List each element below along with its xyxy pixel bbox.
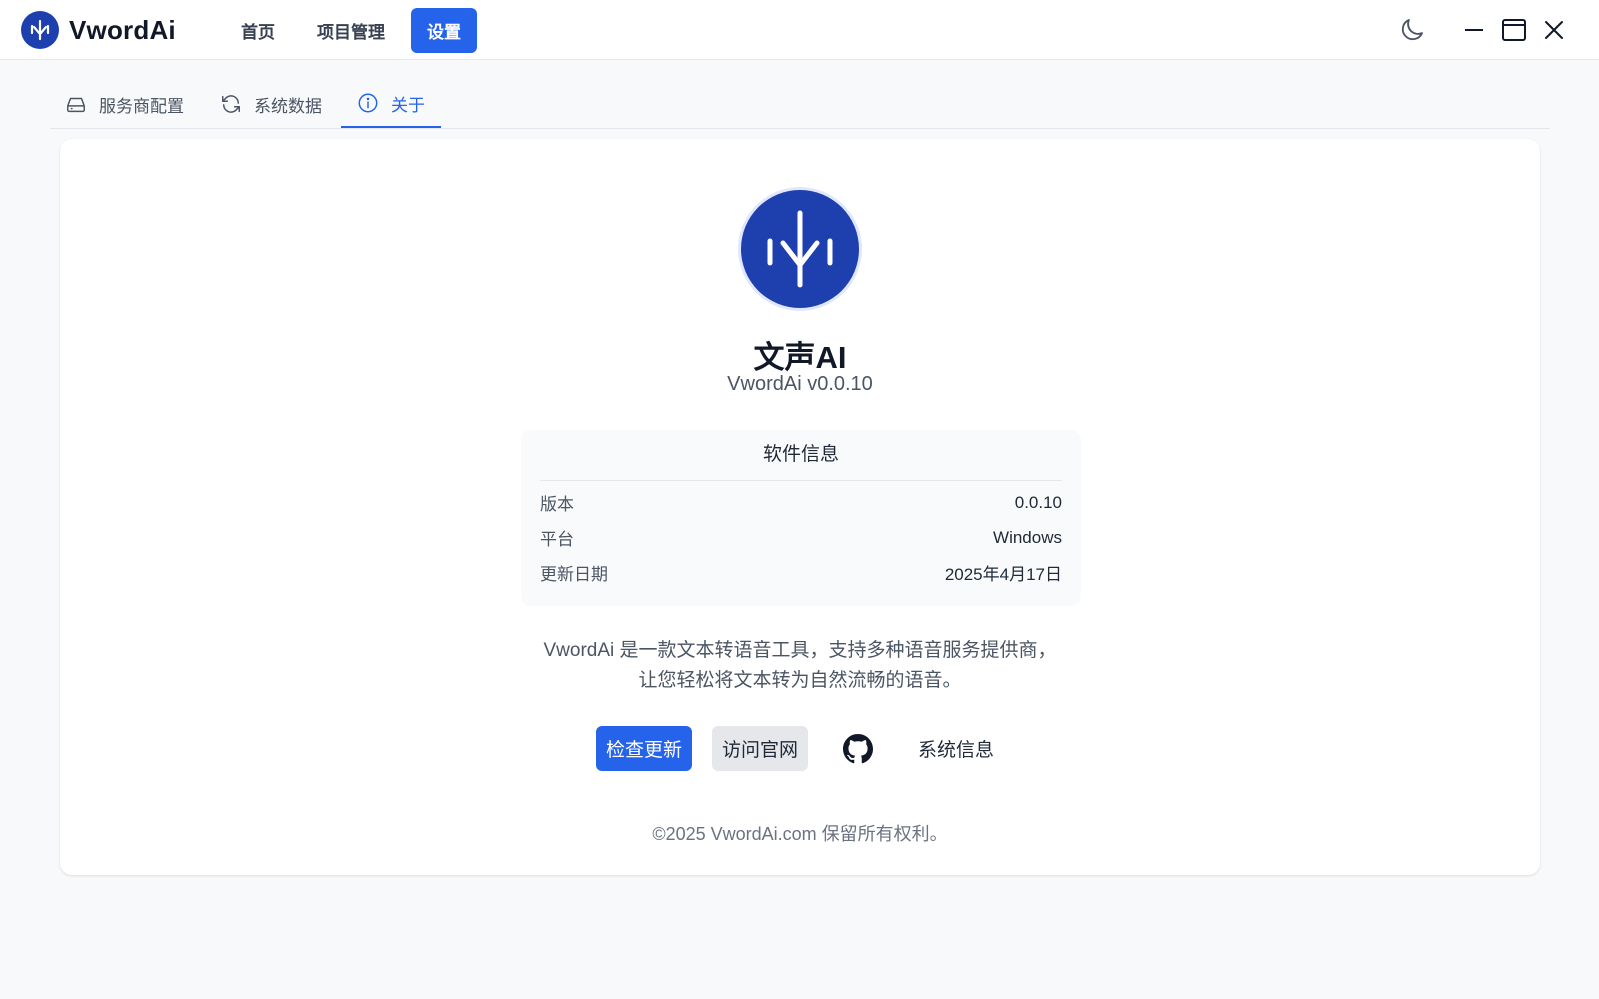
- tab-label: 系统数据: [254, 96, 322, 116]
- tree-logo-icon: [741, 190, 859, 308]
- info-value: 2025年4月17日: [944, 565, 1062, 584]
- copyright: ©2025 VwordAi.com 保留所有权利。: [652, 824, 948, 844]
- close-icon[interactable]: [1534, 10, 1574, 50]
- info-icon: [357, 92, 379, 114]
- title-bar: VwordAi 首页 项目管理 设置: [0, 0, 1599, 60]
- nav-settings[interactable]: 设置: [411, 8, 477, 53]
- moon-icon[interactable]: [1392, 10, 1432, 50]
- refresh-icon: [220, 93, 242, 115]
- check-update-button[interactable]: 检查更新: [595, 726, 692, 771]
- info-row-version: 版本 0.0.10: [540, 485, 1062, 520]
- app-version: VwordAi v0.0.10: [727, 373, 873, 395]
- info-row-platform: 平台 Windows: [540, 520, 1062, 555]
- nav-projects[interactable]: 项目管理: [301, 8, 401, 53]
- maximize-icon[interactable]: [1494, 10, 1534, 50]
- description-line: VwordAi 是一款文本转语音工具，支持多种语音服务提供商，: [543, 640, 1057, 661]
- about-actions: 检查更新 访问官网 系统信息: [60, 726, 1540, 771]
- settings-tabs: 服务商配置 系统数据 关于: [50, 80, 1550, 129]
- github-icon[interactable]: [838, 726, 878, 771]
- tab-about[interactable]: 关于: [341, 80, 441, 128]
- tab-label: 服务商配置: [99, 96, 184, 116]
- software-info-title: 软件信息: [540, 430, 1062, 481]
- minimize-icon[interactable]: [1454, 10, 1494, 50]
- info-value: Windows: [993, 527, 1062, 547]
- tab-provider-config[interactable]: 服务商配置: [65, 80, 184, 128]
- window-controls: [1392, 0, 1599, 60]
- tab-label: 关于: [391, 95, 425, 115]
- software-info-panel: 软件信息 版本 0.0.10 平台 Windows 更新日期 2025年4月17…: [521, 430, 1081, 606]
- info-key: 版本: [540, 495, 574, 514]
- info-key: 更新日期: [540, 565, 608, 584]
- brand: VwordAi: [21, 11, 176, 49]
- nav-home[interactable]: 首页: [225, 8, 291, 53]
- app-title: 文声AI: [753, 340, 847, 375]
- description-line: 让您轻松将文本转为自然流畅的语音。: [638, 670, 962, 691]
- app-description: VwordAi 是一款文本转语音工具，支持多种语音服务提供商， 让您轻松将文本转…: [60, 636, 1540, 696]
- tree-logo-icon: [21, 11, 59, 49]
- info-value: 0.0.10: [1014, 492, 1062, 512]
- drive-icon: [65, 93, 87, 115]
- info-key: 平台: [540, 530, 574, 549]
- visit-website-button[interactable]: 访问官网: [711, 726, 808, 771]
- app-name: VwordAi: [69, 14, 176, 45]
- system-info-button[interactable]: 系统信息: [908, 726, 1004, 771]
- info-row-update-date: 更新日期 2025年4月17日: [540, 555, 1062, 590]
- tab-system-data[interactable]: 系统数据: [220, 80, 322, 128]
- main-nav: 首页 项目管理 设置: [225, 8, 487, 53]
- about-card: 文声AI VwordAi v0.0.10 软件信息 版本 0.0.10 平台 W…: [60, 139, 1540, 875]
